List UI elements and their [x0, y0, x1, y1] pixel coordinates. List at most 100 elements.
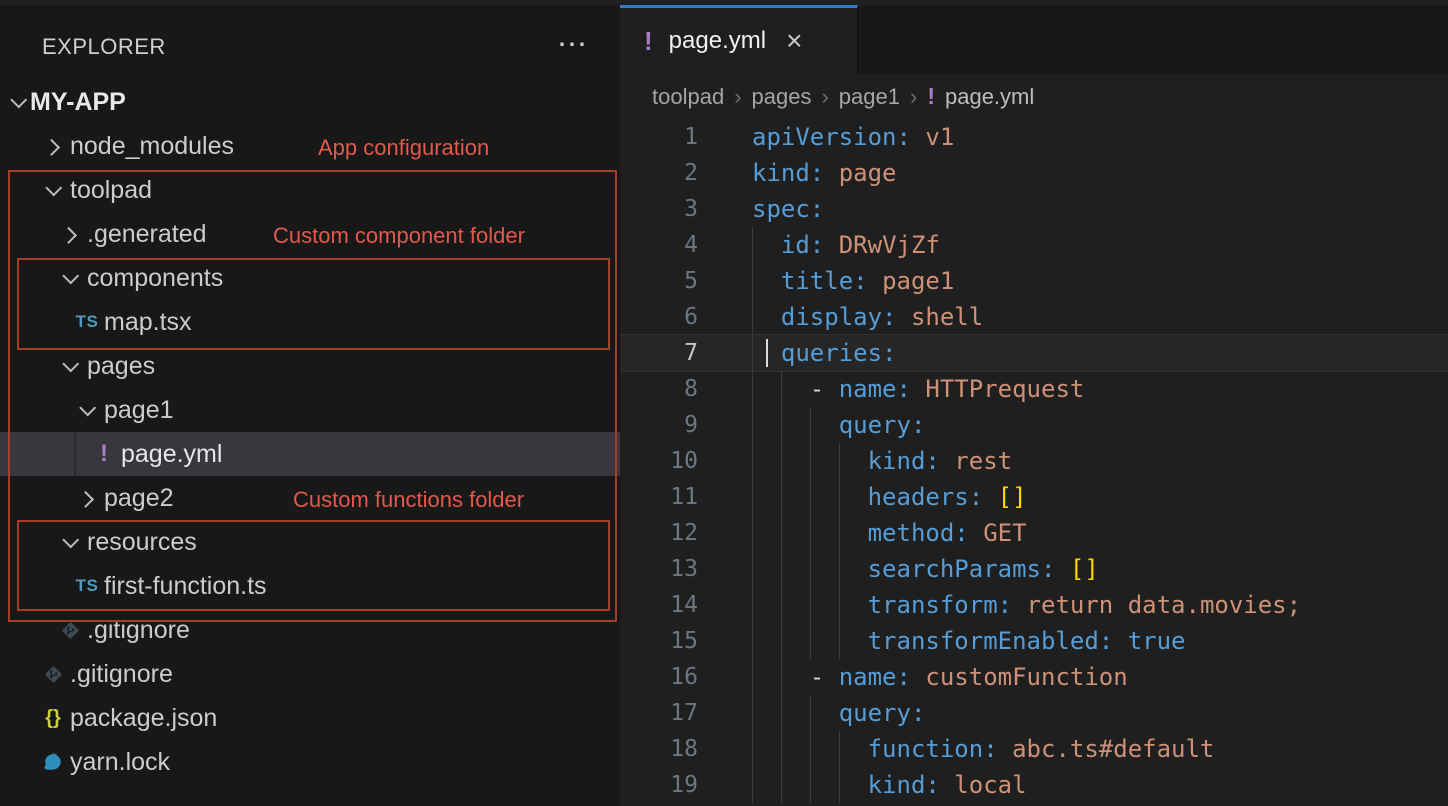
tree-item-label: package.json	[70, 704, 217, 733]
token-v: abc.ts#default	[1012, 735, 1214, 763]
token-k: function:	[868, 735, 998, 763]
token-k: transformEnabled:	[868, 627, 1114, 655]
token-w	[1055, 555, 1069, 583]
code-line-14[interactable]: 14 transform: return data.movies;	[620, 587, 1448, 623]
chevron-right-icon[interactable]	[57, 221, 83, 247]
code-line-17[interactable]: 17 query:	[620, 695, 1448, 731]
token-k: query:	[839, 699, 926, 727]
close-icon[interactable]: ×	[786, 27, 802, 55]
code-line-7[interactable]: 7 queries:	[620, 334, 1448, 372]
git-file-icon	[40, 661, 66, 687]
tree-item-label: .gitignore	[70, 660, 173, 689]
tree-item-yarn-lock[interactable]: yarn.lock	[0, 740, 660, 784]
yaml-file-icon: !	[644, 26, 653, 57]
code-line-text: searchParams: []	[752, 551, 1099, 587]
root-folder-label: MY-APP	[30, 88, 126, 117]
code-line-4[interactable]: 4 id: DRwVjZf	[620, 227, 1448, 263]
token-t: true	[1128, 627, 1186, 655]
token-w	[752, 519, 868, 547]
token-v: local	[954, 771, 1026, 799]
token-w	[752, 267, 781, 295]
yarn-file-icon	[40, 749, 66, 775]
tree-item-page1[interactable]: page1	[0, 388, 694, 432]
tree-item-components[interactable]: components	[0, 256, 677, 300]
code-line-9[interactable]: 9 query:	[620, 407, 1448, 443]
token-v: shell	[911, 303, 983, 331]
tree-item-resources[interactable]: resources	[0, 520, 677, 564]
token-v: customFunction	[925, 663, 1127, 691]
code-line-13[interactable]: 13 searchParams: []	[620, 551, 1448, 587]
tree-item--gitignore[interactable]: .gitignore	[0, 608, 677, 652]
chevron-right-icon[interactable]	[40, 133, 66, 159]
annotation-label-app-configuration: App configuration	[318, 135, 489, 161]
breadcrumb-separator-icon: ›	[910, 84, 917, 110]
token-k: id:	[781, 231, 824, 259]
breadcrumb-separator-icon: ›	[734, 84, 741, 110]
yaml-file-icon: !	[91, 441, 117, 467]
code-line-18[interactable]: 18 function: abc.ts#default	[620, 731, 1448, 767]
chevron-down-icon[interactable]	[74, 397, 100, 423]
breadcrumb-item-pages[interactable]: pages	[752, 84, 812, 110]
code-line-6[interactable]: 6 display: shell	[620, 299, 1448, 335]
chevron-down-icon[interactable]	[57, 529, 83, 555]
line-number: 1	[620, 119, 698, 155]
chevron-down-icon[interactable]	[57, 353, 83, 379]
code-line-16[interactable]: 16 - name: customFunction	[620, 659, 1448, 695]
tree-item-label: toolpad	[70, 176, 152, 205]
code-line-5[interactable]: 5 title: page1	[620, 263, 1448, 299]
tree-item-map-tsx[interactable]: TSmap.tsx	[0, 300, 694, 344]
breadcrumb-item-page1[interactable]: page1	[839, 84, 900, 110]
code-line-8[interactable]: 8 - name: HTTPrequest	[620, 371, 1448, 407]
breadcrumb-item-file[interactable]: page.yml	[945, 84, 1034, 110]
token-w	[752, 771, 868, 799]
chevron-down-icon[interactable]	[12, 96, 24, 108]
token-w	[752, 231, 781, 259]
line-number: 18	[620, 731, 698, 767]
code-line-19[interactable]: 19 kind: local	[620, 767, 1448, 803]
annotation-label-custom-functions-folder: Custom functions folder	[293, 487, 524, 513]
token-k: display:	[781, 303, 897, 331]
line-number: 13	[620, 551, 698, 587]
code-line-text: title: page1	[752, 263, 954, 299]
code-line-text: spec:	[752, 191, 824, 227]
tree-item-first-function-ts[interactable]: TSfirst-function.ts	[0, 564, 694, 608]
tree-root-my-app[interactable]: MY-APP	[0, 80, 620, 124]
code-line-12[interactable]: 12 method: GET	[620, 515, 1448, 551]
tree-item-pages[interactable]: pages	[0, 344, 677, 388]
token-w	[752, 699, 839, 727]
tab-page-yml[interactable]: ! page.yml ×	[620, 5, 858, 74]
tree-item-label: resources	[87, 528, 197, 557]
code-line-text: - name: customFunction	[752, 659, 1128, 695]
tree-item-toolpad[interactable]: toolpad	[0, 168, 660, 212]
token-w	[1113, 627, 1127, 655]
code-line-2[interactable]: 2kind: page	[620, 155, 1448, 191]
typescript-file-icon: TS	[74, 573, 100, 599]
token-k: name:	[839, 663, 911, 691]
line-number: 14	[620, 587, 698, 623]
tree-item-label: page1	[104, 396, 174, 425]
breadcrumb: toolpad›pages›page1›!page.yml	[620, 74, 1448, 119]
line-number: 15	[620, 623, 698, 659]
chevron-down-icon[interactable]	[40, 177, 66, 203]
chevron-right-icon[interactable]	[74, 485, 100, 511]
token-p: -	[810, 375, 839, 403]
code-line-text: kind: rest	[752, 443, 1012, 479]
token-w	[998, 735, 1012, 763]
more-actions-icon[interactable]: ⋯	[548, 27, 596, 62]
code-line-3[interactable]: 3spec:	[620, 191, 1448, 227]
code-line-text: - name: HTTPrequest	[752, 371, 1084, 407]
code-line-1[interactable]: 1apiVersion: v1	[620, 119, 1448, 155]
token-w	[911, 123, 925, 151]
breadcrumb-item-toolpad[interactable]: toolpad	[652, 84, 724, 110]
tree-item-page-yml[interactable]: !page.yml	[0, 432, 711, 476]
tree-item-package-json[interactable]: {}package.json	[0, 696, 660, 740]
tree-item--gitignore[interactable]: .gitignore	[0, 652, 660, 696]
code-line-10[interactable]: 10 kind: rest	[620, 443, 1448, 479]
token-k: transform:	[868, 591, 1013, 619]
code-line-15[interactable]: 15 transformEnabled: true	[620, 623, 1448, 659]
code-editor[interactable]: 1apiVersion: v12kind: page3spec:4 id: DR…	[620, 119, 1448, 806]
line-number: 19	[620, 767, 698, 803]
chevron-down-icon[interactable]	[57, 265, 83, 291]
code-line-11[interactable]: 11 headers: []	[620, 479, 1448, 515]
token-k: method:	[868, 519, 969, 547]
